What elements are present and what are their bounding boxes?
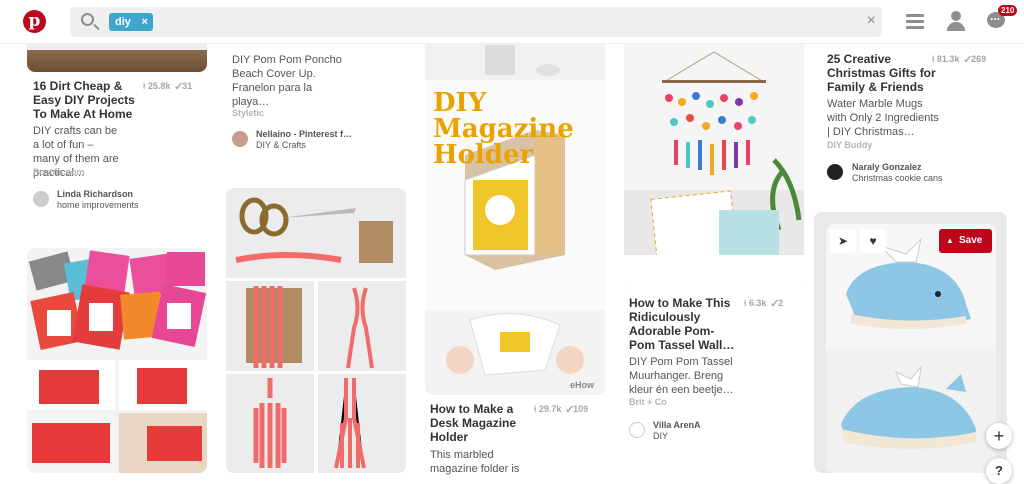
top-bar: p diy × × 210 (0, 0, 1024, 44)
pin-title[interactable]: 25 Creative Christmas Gifts for Family &… (827, 52, 937, 94)
search-bar[interactable]: diy × × (70, 7, 882, 37)
pin-source[interactable]: DIY Buddy (827, 140, 872, 150)
pin-image-frames[interactable] (27, 248, 207, 473)
board-name[interactable]: Christmas cookie cans (852, 173, 943, 183)
search-chip-diy[interactable]: diy × (109, 13, 153, 31)
profile-icon[interactable] (947, 11, 965, 31)
send-button[interactable]: ➤ (830, 229, 856, 253)
chip-close-icon[interactable]: × (141, 13, 147, 31)
menu-icon[interactable] (906, 14, 924, 30)
avatar[interactable] (33, 191, 49, 207)
frames-illustration (27, 250, 207, 473)
search-icon (81, 13, 94, 26)
avatar[interactable] (827, 164, 843, 180)
pin-description: Water Marble Mugs with Only 2 Ingredient… (827, 98, 939, 138)
board-name[interactable]: home improvements (57, 200, 139, 210)
board-name[interactable]: DIY & Crafts (256, 140, 306, 150)
pin-source[interactable]: Postris.com (33, 167, 85, 177)
pin-source[interactable]: Brit + Co (629, 397, 667, 407)
pin-image-tassel[interactable] (226, 188, 406, 473)
pin-stats: ⍿ 25.8k ✓31 (143, 81, 193, 91)
like-button[interactable]: ♥ (860, 229, 886, 253)
pin-title[interactable]: 16 Dirt Cheap & Easy DIY Projects To Mak… (33, 79, 143, 121)
pinner-name[interactable]: Nellaino - Pinterest f… (256, 129, 352, 139)
whale-illustration (826, 224, 996, 473)
pin-image-floor[interactable] (27, 40, 207, 72)
pin-title[interactable]: How to Make a Desk Magazine Holder (430, 402, 530, 444)
notification-badge: 210 (998, 5, 1018, 16)
watermark: eHow (570, 380, 595, 390)
pin-image-tassel-wall[interactable] (624, 40, 804, 290)
pinterest-logo[interactable]: p (23, 10, 46, 33)
pin-description: DIY Pom Pom Poncho Beach Cover Up. Frane… (232, 54, 342, 108)
magazine-image-title: DIY Magazine Holder (433, 88, 574, 170)
tassel-illustration (226, 188, 406, 473)
pinner-name[interactable]: Villa ArenA (653, 420, 701, 430)
pin-source[interactable]: Styletic (232, 108, 264, 118)
save-button[interactable]: Save (939, 229, 993, 253)
pin-icon: ⍿ (744, 298, 747, 308)
help-button[interactable]: ? (986, 458, 1012, 484)
search-chip-label: diy (115, 16, 131, 28)
pinner-name[interactable]: Naraly Gonzalez (852, 162, 922, 172)
pin-stats: ⍿ 81.3k ✓269 (932, 54, 987, 64)
tassel-wall-illustration (624, 51, 804, 290)
pin-image-whale[interactable] (826, 224, 996, 473)
avatar[interactable] (629, 422, 645, 438)
pin-stats: ⍿ 6.3k ✓2 (744, 298, 784, 308)
pin-description: This marbled magazine folder is (430, 449, 520, 475)
pin-icon: ⍿ (143, 81, 146, 91)
board-name[interactable]: DIY (653, 431, 668, 441)
pin-icon: ⍿ (534, 404, 537, 414)
avatar[interactable] (232, 131, 248, 147)
add-pin-button[interactable]: + (986, 423, 1012, 449)
pin-description: DIY Pom Pom Tassel Muurhanger. Breng kle… (629, 356, 734, 396)
pinner-name[interactable]: Linda Richardson (57, 189, 133, 199)
pin-icon: ⍿ (932, 54, 935, 64)
clear-search-icon[interactable]: × (867, 12, 876, 30)
pin-stats: ⍿ 29.7k ✓109 (534, 404, 589, 414)
pin-title[interactable]: How to Make This Ridiculously Adorable P… (629, 296, 737, 352)
